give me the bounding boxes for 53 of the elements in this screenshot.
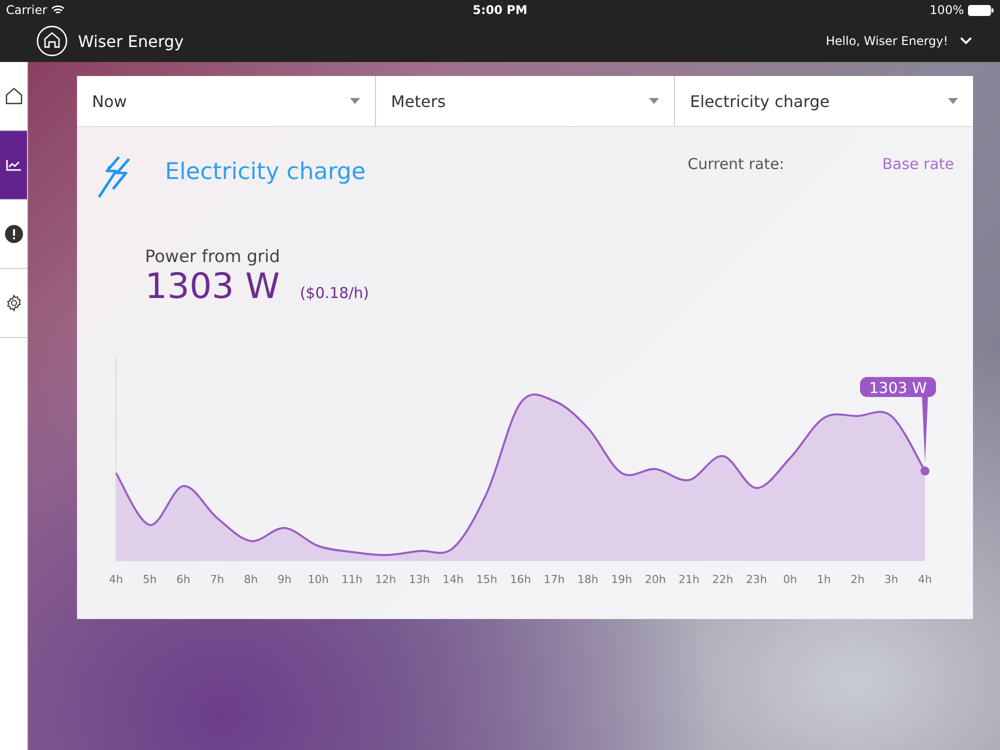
settings-icon [4,294,22,312]
axis-label: 20h [644,573,666,586]
axis-label: 21h [678,573,700,586]
axis-label: 13h [408,573,430,586]
dropdown-arrow-icon [649,98,659,104]
filter-dropdown[interactable]: Now [77,76,376,127]
user-menu[interactable]: Hello, Wiser Energy! [826,34,972,48]
current-point-marker [920,466,930,476]
cost-value: ($0.18/h) [300,284,370,302]
clock: 5:00 PM [472,3,528,17]
axis-label: 16h [510,573,531,586]
filter-dropdown[interactable]: Meters [376,76,675,127]
axis-label: 14h [442,573,464,586]
battery-percentage: 100% [930,3,964,17]
chart-icon [6,159,22,171]
dropdown-arrow-icon [948,98,958,104]
app-name: Wiser Energy [78,32,184,50]
axis-label: 4h [918,573,932,586]
alert-icon [4,225,22,243]
metric-label: Power from grid [145,247,282,267]
axis-label: 6h [176,573,190,586]
sidebar-item[interactable] [0,131,27,200]
house-logo-icon [36,25,68,57]
rate-label: Current rate: [688,155,784,173]
callout-label: 1303 W [869,379,927,397]
axis-label: 5h [142,573,157,586]
axis-label: 9h [278,573,292,586]
carrier-label: Carrier [6,3,48,17]
axis-label: 4h [109,573,123,586]
power-value: 1303 W [145,267,280,307]
wifi-icon [51,5,66,15]
panel-title: Electricity charge [165,159,367,185]
axis-label: 2h [850,573,865,586]
axis-label: 0h [783,573,798,586]
axis-label: 7h [210,573,224,586]
axis-label: 18h [577,573,598,586]
chevron-down-icon [960,37,972,45]
battery-icon [968,4,994,16]
axis-label: 15h [476,573,498,586]
rate-value: Base rate [882,155,954,173]
axis-label: 8h [244,573,258,586]
filter-dropdown[interactable]: Electricity charge [675,76,973,127]
dropdown-arrow-icon [350,98,360,104]
axis-label: 19h [611,573,632,586]
axis-label: 3h [884,573,898,586]
axis-label: 12h [375,573,396,586]
axis-label: 1h [816,573,831,586]
axis-label: 10h [308,573,329,586]
axis-label: 11h [341,573,362,586]
axis-label: 22h [712,573,734,586]
axis-label: 23h [746,573,767,586]
home-icon [4,87,22,105]
axis-label: 17h [544,573,565,586]
